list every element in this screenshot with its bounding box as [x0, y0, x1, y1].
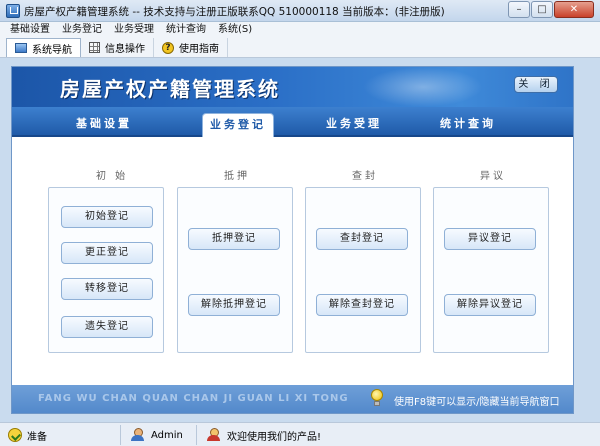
system-banner: 房屋产权产籍管理系统 关 闭	[12, 67, 573, 107]
status-welcome-label: 欢迎使用我们的产品!	[227, 431, 322, 443]
lightbulb-icon	[370, 389, 384, 407]
app-icon	[6, 4, 20, 18]
toolbar-tab-system-navigation[interactable]: 系统导航	[6, 38, 81, 57]
grid-icon	[89, 42, 100, 53]
status-user: Admin	[130, 426, 183, 444]
tab-statistics-query[interactable]: 统计查询	[432, 113, 504, 137]
group-box-objection: 异议登记 解除异议登记	[433, 187, 549, 353]
status-ready: 准备	[8, 426, 47, 444]
menu-bar: 基础设置 业务登记 业务受理 统计查询 系统(S)	[0, 22, 600, 38]
release-objection-button[interactable]: 解除异议登记	[444, 294, 536, 316]
navigation-panel: 房屋产权产籍管理系统 关 闭 基础设置 业务登记 业务受理 统计查询 初 始 初…	[11, 66, 574, 414]
module-tabs: 基础设置 业务登记 业务受理 统计查询	[12, 107, 573, 137]
toolbar: 系统导航 信息操作 ? 使用指南	[0, 38, 600, 58]
toolbar-tab-label: 系统导航	[32, 44, 72, 56]
group-title-mortgage: 抵押	[224, 171, 250, 182]
toolbar-tab-info-operations[interactable]: 信息操作	[81, 38, 154, 57]
registration-content: 初 始 初始登记 更正登记 转移登记 遗失登记 抵押 抵押登记 解除抵押登记 查…	[12, 139, 573, 385]
group-box-seizure: 查封登记 解除查封登记	[305, 187, 421, 353]
welcome-icon	[206, 428, 222, 442]
window-controls: – □ ✕	[508, 1, 594, 18]
objection-registration-button[interactable]: 异议登记	[444, 228, 536, 250]
group-title-initial: 初 始	[96, 171, 129, 182]
group-title-objection: 异议	[480, 171, 506, 182]
menu-business-registration[interactable]: 业务登记	[58, 22, 110, 38]
tab-business-acceptance[interactable]: 业务受理	[318, 113, 390, 137]
toolbar-tab-label: 使用指南	[179, 44, 219, 55]
help-icon: ?	[162, 41, 174, 54]
status-separator	[196, 425, 197, 445]
maximize-button[interactable]: □	[531, 1, 553, 18]
menu-basic-settings[interactable]: 基础设置	[6, 22, 58, 38]
ready-icon	[8, 428, 22, 442]
system-title: 房屋产权产籍管理系统	[60, 77, 280, 101]
tab-basic-settings[interactable]: 基础设置	[68, 113, 140, 137]
status-welcome: 欢迎使用我们的产品!	[206, 426, 321, 444]
menu-business-acceptance[interactable]: 业务受理	[110, 22, 162, 38]
group-title-seizure: 查封	[352, 171, 378, 182]
initial-registration-button[interactable]: 初始登记	[61, 206, 153, 228]
close-window-button[interactable]: ✕	[554, 1, 594, 18]
status-separator	[120, 425, 121, 445]
status-ready-label: 准备	[27, 431, 47, 443]
menu-system[interactable]: 系统(S)	[214, 22, 260, 38]
group-box-mortgage: 抵押登记 解除抵押登记	[177, 187, 293, 353]
monitor-icon	[15, 43, 27, 53]
window-title: 房屋产权产籍管理系统 -- 技术支持与注册正版联系QQ 510000118 当前…	[24, 6, 445, 18]
seizure-registration-button[interactable]: 查封登记	[316, 228, 408, 250]
release-mortgage-button[interactable]: 解除抵押登记	[188, 294, 280, 316]
loss-registration-button[interactable]: 遗失登记	[61, 316, 153, 338]
f8-hint: 使用F8键可以显示/隐藏当前导航窗口	[394, 397, 560, 408]
group-box-initial: 初始登记 更正登记 转移登记 遗失登记	[48, 187, 164, 353]
minimize-button[interactable]: –	[508, 1, 530, 18]
menu-statistics-query[interactable]: 统计查询	[162, 22, 214, 38]
user-icon	[130, 428, 146, 442]
correction-registration-button[interactable]: 更正登记	[61, 242, 153, 264]
panel-footer: FANG WU CHAN QUAN CHAN JI GUAN LI XI TON…	[12, 385, 573, 413]
pinyin-caption: FANG WU CHAN QUAN CHAN JI GUAN LI XI TON…	[38, 393, 349, 404]
status-bar: 准备 Admin 欢迎使用我们的产品!	[0, 422, 600, 446]
mortgage-registration-button[interactable]: 抵押登记	[188, 228, 280, 250]
toolbar-tab-user-guide[interactable]: ? 使用指南	[154, 38, 228, 57]
transfer-registration-button[interactable]: 转移登记	[61, 278, 153, 300]
release-seizure-button[interactable]: 解除查封登记	[316, 294, 408, 316]
toolbar-tab-label: 信息操作	[105, 44, 145, 55]
title-bar: 房屋产权产籍管理系统 -- 技术支持与注册正版联系QQ 510000118 当前…	[0, 0, 600, 22]
close-panel-button[interactable]: 关 闭	[514, 76, 558, 93]
status-user-label: Admin	[151, 429, 183, 441]
tab-business-registration[interactable]: 业务登记	[202, 113, 274, 137]
